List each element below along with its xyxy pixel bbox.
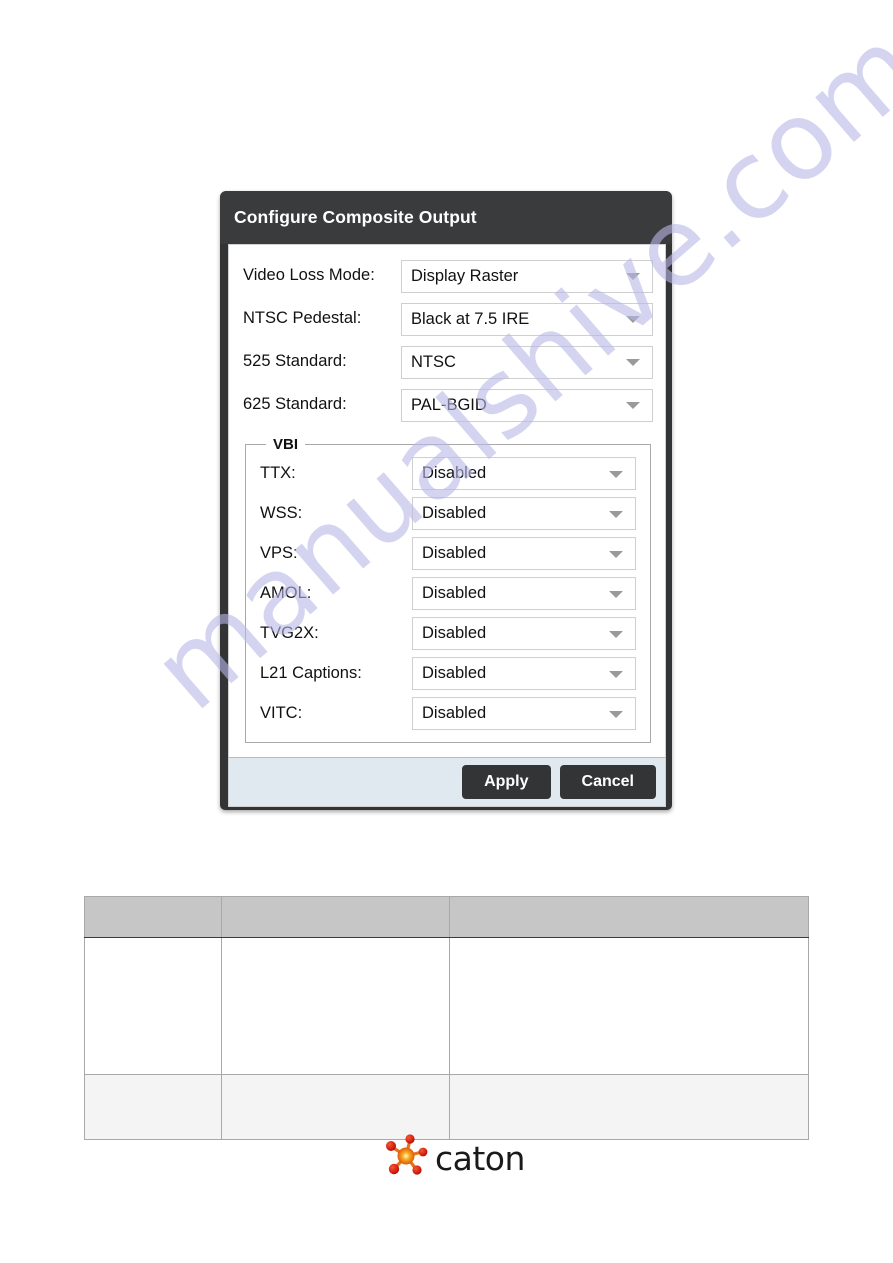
chevron-down-icon <box>626 402 640 409</box>
dropdown-value-tvg2x: Disabled <box>422 624 487 642</box>
table-cell <box>221 1074 450 1140</box>
dropdown-value-vps: Disabled <box>422 544 487 562</box>
dropdown-value-625-standard: PAL-BGID <box>411 395 487 414</box>
dialog-footer: Apply Cancel <box>228 757 666 807</box>
table-header-cell-1 <box>84 896 222 938</box>
dropdown-amol[interactable]: Disabled <box>412 577 636 610</box>
label-vitc: VITC: <box>260 704 303 722</box>
dropdown-value-ttx: Disabled <box>422 464 487 482</box>
chevron-down-icon <box>609 470 623 478</box>
label-ntsc-pedestal: NTSC Pedestal: <box>243 309 362 328</box>
dropdown-525-standard[interactable]: NTSC <box>401 345 653 379</box>
label-vps: VPS: <box>260 544 298 562</box>
label-video-loss-mode: Video Loss Mode: <box>243 266 375 285</box>
field-row-ntsc-pedestal: NTSC Pedestal: Black at 7.5 IRE <box>243 302 653 336</box>
label-l21-captions: L21 Captions: <box>260 664 362 682</box>
label-wss: WSS: <box>260 504 303 522</box>
cancel-button[interactable]: Cancel <box>559 765 656 799</box>
dialog-title: Configure Composite Output <box>234 207 477 227</box>
table-row <box>84 937 809 1075</box>
dropdown-video-loss-mode[interactable]: Display Raster <box>401 259 653 293</box>
dropdown-ntsc-pedestal[interactable]: Black at 7.5 IRE <box>401 302 653 336</box>
table-row <box>84 1074 809 1140</box>
chevron-down-icon <box>609 550 623 558</box>
label-tvg2x: TVG2X: <box>260 624 319 642</box>
dropdown-value-l21-captions: Disabled <box>422 664 487 682</box>
label-ttx: TTX: <box>260 464 296 482</box>
dropdown-value-vitc: Disabled <box>422 704 487 722</box>
field-row-ttx: TTX: Disabled <box>260 457 636 490</box>
dropdown-tvg2x[interactable]: Disabled <box>412 617 636 650</box>
apply-button[interactable]: Apply <box>462 765 551 799</box>
dropdown-vps[interactable]: Disabled <box>412 537 636 570</box>
dialog-body: Video Loss Mode: Display Raster NTSC Ped… <box>228 244 666 757</box>
vbi-fieldset: VBI TTX: Disabled WSS: Disabled VPS: Dis… <box>245 436 651 743</box>
caton-wordmark: caton <box>435 1139 525 1178</box>
field-row-video-loss-mode: Video Loss Mode: Display Raster <box>243 259 653 293</box>
table-cell <box>449 937 809 1075</box>
field-row-amol: AMOL: Disabled <box>260 577 636 610</box>
table-cell <box>221 937 450 1075</box>
chevron-down-icon <box>626 273 640 280</box>
field-row-vitc: VITC: Disabled <box>260 697 636 730</box>
field-row-tvg2x: TVG2X: Disabled <box>260 617 636 650</box>
info-table <box>84 896 809 1140</box>
table-cell <box>84 937 222 1075</box>
table-header-cell-2 <box>221 896 450 938</box>
dropdown-value-525-standard: NTSC <box>411 352 456 371</box>
field-row-wss: WSS: Disabled <box>260 497 636 530</box>
dropdown-value-wss: Disabled <box>422 504 487 522</box>
field-row-vps: VPS: Disabled <box>260 537 636 570</box>
field-row-525-standard: 525 Standard: NTSC <box>243 345 653 379</box>
dropdown-value-ntsc-pedestal: Black at 7.5 IRE <box>411 309 530 328</box>
dropdown-625-standard[interactable]: PAL-BGID <box>401 388 653 422</box>
chevron-down-icon <box>626 359 640 366</box>
dropdown-value-amol: Disabled <box>422 584 487 602</box>
table-cell <box>449 1074 809 1140</box>
dropdown-ttx[interactable]: Disabled <box>412 457 636 490</box>
chevron-down-icon <box>609 630 623 638</box>
configure-composite-output-dialog: Configure Composite Output Video Loss Mo… <box>220 191 672 810</box>
dropdown-l21-captions[interactable]: Disabled <box>412 657 636 690</box>
chevron-down-icon <box>609 710 623 718</box>
label-625-standard: 625 Standard: <box>243 395 347 414</box>
table-header-cell-3 <box>449 896 809 938</box>
chevron-down-icon <box>626 316 640 323</box>
label-525-standard: 525 Standard: <box>243 352 347 371</box>
dropdown-wss[interactable]: Disabled <box>412 497 636 530</box>
caton-molecule-icon <box>383 1134 429 1183</box>
caton-logo: caton <box>383 1134 525 1183</box>
table-cell <box>84 1074 222 1140</box>
dropdown-vitc[interactable]: Disabled <box>412 697 636 730</box>
dropdown-value-video-loss-mode: Display Raster <box>411 266 519 285</box>
chevron-down-icon <box>609 510 623 518</box>
field-row-l21-captions: L21 Captions: Disabled <box>260 657 636 690</box>
label-amol: AMOL: <box>260 584 312 602</box>
chevron-down-icon <box>609 670 623 678</box>
dialog-titlebar: Configure Composite Output <box>220 191 672 244</box>
field-row-625-standard: 625 Standard: PAL-BGID <box>243 388 653 422</box>
chevron-down-icon <box>609 590 623 598</box>
table-header-row <box>84 896 809 938</box>
vbi-legend: VBI <box>273 436 299 453</box>
